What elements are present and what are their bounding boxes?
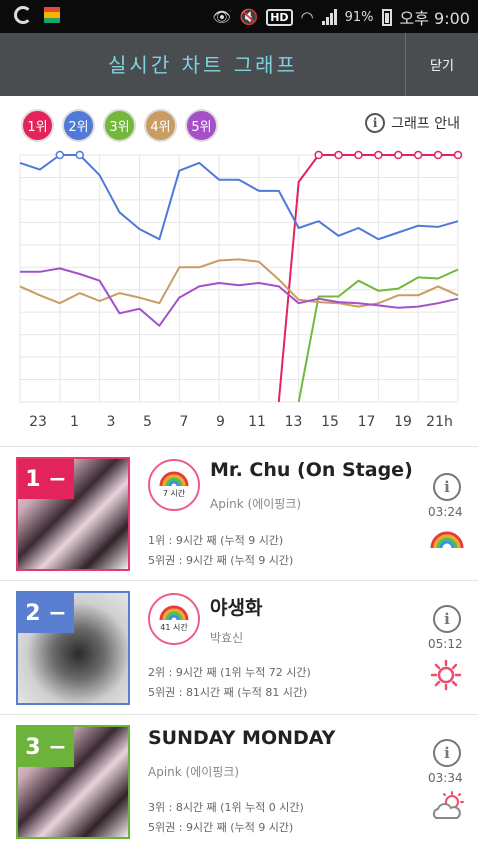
x-tick-label: 7: [179, 414, 189, 430]
graph-guide-label: 그래프 안내: [391, 116, 460, 132]
data-point: [413, 150, 423, 160]
close-button[interactable]: 닫기: [405, 33, 478, 96]
data-point: [374, 150, 383, 160]
legend-rank-3[interactable]: 3위: [103, 109, 136, 142]
song-row[interactable]: 2 − 41 시간 야생화 박효신 2위 : 9시간 째 (1위 누적 72 시…: [0, 581, 478, 713]
time-badge: 7 시간: [148, 459, 200, 511]
song-title: SUNDAY MONDAY: [148, 727, 336, 749]
x-tick-label: 17: [357, 414, 376, 430]
time-badge: 41 시간: [148, 593, 200, 645]
app-flag-icon: [44, 7, 60, 23]
song-info-button[interactable]: i: [433, 739, 461, 767]
realtime-chart: [19, 150, 463, 403]
rainbow-icon: [159, 605, 189, 621]
rank-legend: 1위 2위 3위 4위 5위: [21, 109, 218, 142]
rank-stat: 2위 : 9시간 째 (1위 누적 72 시간): [148, 666, 311, 679]
x-tick-label: 21h: [426, 414, 453, 430]
eye-icon: 👁: [212, 8, 232, 26]
badge-text: 7 시간: [162, 489, 186, 498]
x-tick-label: 9: [216, 414, 225, 430]
app-g-icon: [14, 6, 32, 24]
x-tick-label: 3: [106, 414, 116, 430]
rank-mark: 2 −: [18, 593, 74, 633]
badge-text: 41 시간: [160, 623, 188, 632]
artist-name: Apink (에이핑크): [210, 497, 302, 511]
duration: 03:24: [428, 505, 463, 519]
wifi-icon: ◠: [300, 8, 314, 26]
rank-mark-text: 1 −: [25, 466, 67, 492]
artist-name: Apink (에이핑크): [148, 765, 240, 779]
album-art: 2 −: [16, 591, 130, 705]
mute-icon: 🔇: [239, 8, 259, 26]
album-art: 1 −: [16, 457, 130, 571]
rank-mark: 3 −: [18, 727, 74, 767]
data-point: [354, 150, 363, 160]
top5-stat: 5위권 : 9시간 째 (누적 9 시간): [148, 821, 294, 834]
clock: 오후 9:00: [399, 9, 470, 28]
legend-rank-2-label: 2위: [68, 120, 89, 135]
series-line-2: [19, 154, 459, 241]
rainbow-icon: [430, 531, 464, 549]
data-point: [55, 150, 65, 160]
album-art: 3 −: [16, 725, 130, 839]
song-row[interactable]: 3 − SUNDAY MONDAY Apink (에이핑크) 3위 : 8시간 …: [0, 715, 478, 847]
x-tick-label: 1: [70, 414, 79, 430]
battery-percent: 91%: [344, 9, 374, 25]
legend-rank-5[interactable]: 5위: [185, 109, 218, 142]
rainbow-icon: [159, 471, 189, 487]
data-point: [314, 150, 323, 160]
top5-stat: 5위권 : 81시간 째 (누적 81 시간): [148, 686, 308, 699]
legend-rank-4[interactable]: 4위: [144, 109, 177, 142]
page-title: 실시간 차트 그래프: [108, 53, 298, 77]
rank-stat: 3위 : 8시간 째 (1위 누적 0 시간): [148, 801, 304, 814]
rank-mark: 1 −: [18, 459, 74, 499]
x-axis: 23 1 3 5 7 9 11 13 15 17 19 21h: [0, 414, 478, 436]
rank-mark-text: 3 −: [25, 734, 67, 760]
legend-rank-1-label: 1위: [27, 120, 48, 135]
partly-cloudy-icon: [432, 791, 464, 819]
legend-rank-4-label: 4위: [150, 120, 171, 135]
hd-icon: HD: [266, 8, 293, 26]
x-tick-label: 5: [143, 414, 152, 430]
song-row[interactable]: 1 − 7 시간 Mr. Chu (On Stage) Apink (에이핑크)…: [0, 447, 478, 579]
rank-stat: 1위 : 9시간 째 (누적 9 시간): [148, 534, 284, 547]
legend-rank-3-label: 3위: [109, 120, 130, 135]
header-bar: 실시간 차트 그래프 닫기: [0, 33, 478, 96]
x-tick-label: 15: [321, 414, 339, 430]
series-line-4: [19, 258, 459, 308]
signal-icon: [321, 9, 337, 25]
legend-rank-2[interactable]: 2위: [62, 109, 95, 142]
song-title: 야생화: [210, 597, 263, 619]
legend-rank-5-label: 5위: [191, 120, 212, 135]
x-tick-label: 19: [394, 414, 412, 430]
duration: 05:12: [428, 637, 463, 651]
top5-stat: 5위권 : 9시간 째 (누적 9 시간): [148, 554, 294, 567]
song-info-button[interactable]: i: [433, 473, 461, 501]
x-tick-label: 13: [284, 414, 303, 430]
song-title: Mr. Chu (On Stage): [210, 459, 413, 481]
duration: 03:34: [428, 771, 463, 785]
data-point: [433, 150, 443, 160]
data-point: [75, 150, 84, 160]
battery-icon: [381, 8, 392, 26]
x-tick-label: 11: [248, 414, 266, 430]
data-point: [334, 150, 343, 160]
song-info-button[interactable]: i: [433, 605, 461, 633]
artist-name: 박효신: [210, 631, 244, 645]
graph-guide-button[interactable]: i 그래프 안내: [365, 113, 460, 133]
sun-icon: [430, 659, 462, 691]
x-tick-label: 23: [29, 414, 47, 430]
data-point: [394, 150, 403, 160]
rank-mark-text: 2 −: [25, 600, 67, 626]
info-icon: i: [365, 113, 386, 133]
status-bar: 👁 🔇 HD ◠ 91% 오후 9:00: [0, 0, 478, 33]
data-point: [453, 150, 463, 160]
legend-rank-1[interactable]: 1위: [21, 109, 54, 142]
